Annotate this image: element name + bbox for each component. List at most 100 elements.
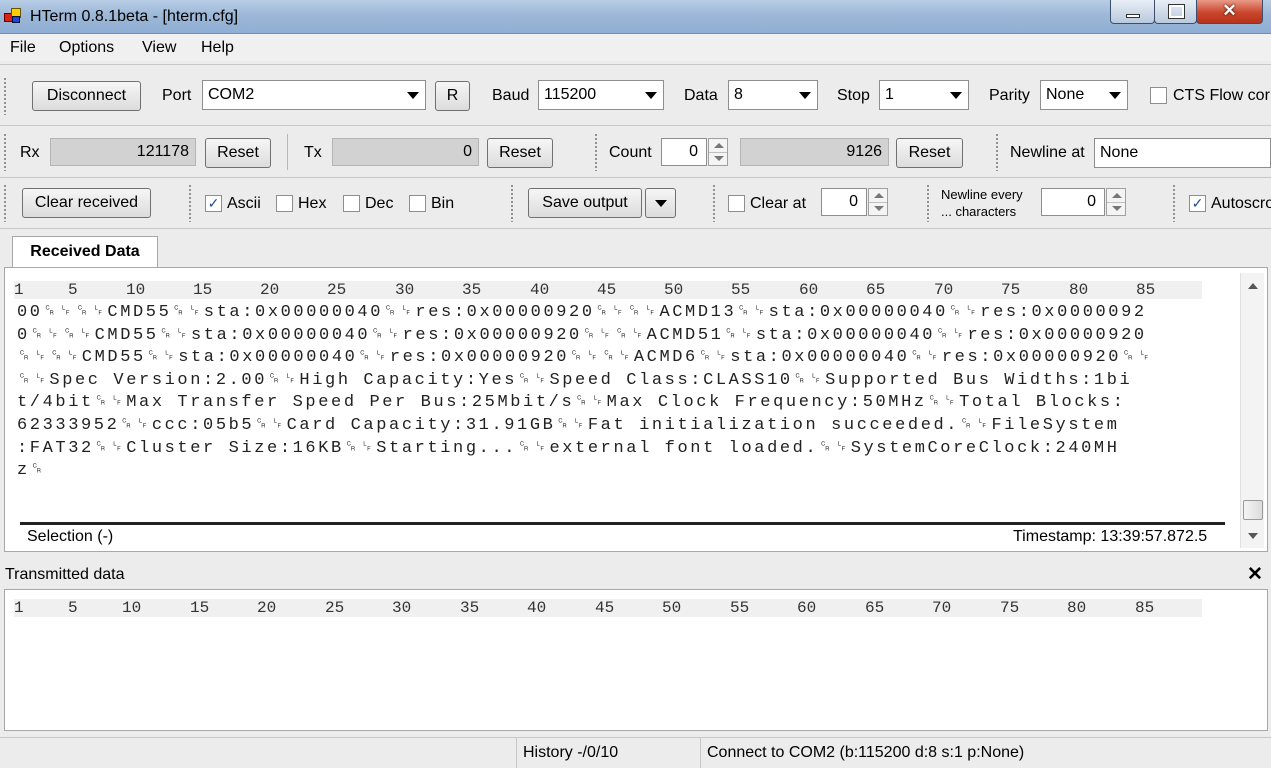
transmitted-column-ruler: 1 5 10 15 20 25 30 35 40 45 50 55 60 65 … — [14, 599, 1202, 617]
ruler-mark: 40 — [527, 599, 547, 617]
count-stepper[interactable] — [708, 138, 728, 166]
toolbar-grip[interactable] — [594, 133, 598, 171]
arrow-down-icon — [1112, 206, 1122, 211]
selection-label: Selection (-) — [27, 528, 114, 545]
ruler-mark: 1 — [14, 599, 24, 617]
save-output-button[interactable]: Save output — [528, 188, 642, 218]
ruler-mark: 10 — [126, 281, 146, 299]
clear-received-button[interactable]: Clear received — [22, 188, 151, 218]
ruler-mark: 45 — [595, 599, 615, 617]
ruler-mark: 35 — [462, 281, 482, 299]
ruler-mark: 40 — [530, 281, 550, 299]
disconnect-button[interactable]: Disconnect — [32, 81, 141, 111]
baud-value: 115200 — [544, 86, 597, 103]
stop-bits-value: 1 — [885, 86, 894, 103]
port-select[interactable]: COM2 — [202, 80, 426, 110]
received-scrollbar[interactable] — [1240, 273, 1264, 548]
menu-help[interactable]: Help — [201, 39, 234, 57]
minimize-icon — [1126, 14, 1140, 18]
app-icon — [4, 8, 22, 24]
toolbar-grip[interactable] — [712, 184, 716, 222]
received-line: 00␍␊␍␊CMD55␍␊sta:0x00000040␍␊res:0x00000… — [17, 303, 1147, 322]
dec-checkbox[interactable] — [343, 195, 360, 212]
ruler-mark: 35 — [460, 599, 480, 617]
toolbar-grip[interactable] — [188, 184, 192, 222]
received-line: ␍␊Spec Version:2.00␍␊High Capacity:Yes␍␊… — [17, 370, 1133, 390]
ruler-mark: 5 — [68, 599, 78, 617]
connection-status: Connect to COM2 (b:115200 d:8 s:1 p:None… — [700, 738, 1271, 768]
autoscroll-checkbox[interactable]: ✓ — [1189, 195, 1206, 212]
ruler-mark: 70 — [932, 599, 952, 617]
ruler-mark: 30 — [392, 599, 412, 617]
clear-at-label: Clear at — [750, 195, 807, 212]
tab-received-data[interactable]: Received Data — [12, 236, 158, 268]
received-line: 62333952␍␊ccc:05b5␍␊Card Capacity:31.91G… — [17, 415, 1120, 435]
clear-at-input[interactable]: 0 — [821, 188, 867, 216]
toolbar-grip[interactable] — [1172, 184, 1176, 222]
cts-flow-checkbox[interactable] — [1150, 87, 1167, 104]
separator — [287, 134, 288, 170]
menu-view[interactable]: View — [142, 39, 176, 57]
ruler-mark: 30 — [395, 281, 415, 299]
newline-every-stepper[interactable] — [1106, 188, 1126, 216]
newline-at-select[interactable]: None — [1094, 138, 1271, 168]
parity-select[interactable]: None — [1040, 80, 1128, 110]
chevron-down-icon — [645, 92, 657, 99]
count-reset-button[interactable]: Reset — [896, 138, 963, 168]
refresh-ports-button[interactable]: R — [435, 81, 470, 111]
received-column-ruler: 1 5 10 15 20 25 30 35 40 45 50 55 60 65 … — [14, 281, 1202, 299]
ruler-mark: 65 — [866, 281, 886, 299]
received-line: t/4bit␍␊Max Transfer Speed Per Bus:25Mbi… — [17, 393, 1126, 413]
newline-every-input[interactable]: 0 — [1041, 188, 1105, 216]
ruler-mark: 20 — [257, 599, 277, 617]
ruler-mark: 75 — [1001, 281, 1021, 299]
scroll-down-icon[interactable] — [1248, 533, 1258, 539]
clear-at-checkbox[interactable] — [728, 195, 745, 212]
stop-bits-select[interactable]: 1 — [879, 80, 969, 110]
save-output-menu-button[interactable] — [645, 188, 676, 218]
ruler-mark: 45 — [597, 281, 617, 299]
close-icon[interactable]: ✕ — [1247, 563, 1263, 586]
chevron-down-icon — [950, 92, 962, 99]
chevron-down-icon — [799, 92, 811, 99]
rx-reset-button[interactable]: Reset — [205, 138, 271, 168]
baud-select[interactable]: 115200 — [538, 80, 664, 110]
scroll-up-icon[interactable] — [1248, 283, 1258, 289]
count-label: Count — [609, 144, 652, 161]
stop-bits-label: Stop — [837, 87, 870, 104]
ruler-mark: 60 — [799, 281, 819, 299]
hex-checkbox[interactable] — [276, 195, 293, 212]
close-button[interactable]: ✕ — [1196, 0, 1263, 24]
bin-checkbox[interactable] — [409, 195, 426, 212]
scroll-thumb[interactable] — [1243, 500, 1263, 520]
count-total: 9126 — [740, 138, 889, 166]
data-bits-select[interactable]: 8 — [728, 80, 818, 110]
toolbar-grip[interactable] — [510, 184, 514, 222]
arrow-up-icon — [874, 193, 884, 198]
tx-reset-button[interactable]: Reset — [487, 138, 553, 168]
ruler-mark: 85 — [1135, 599, 1155, 617]
received-data-text[interactable]: 00␍␊␍␊CMD55␍␊sta:0x00000040␍␊res:0x00000… — [17, 302, 1207, 483]
toolbar-grip[interactable] — [3, 184, 7, 222]
cts-flow-label: CTS Flow cor — [1173, 87, 1270, 104]
toolbar-grip[interactable] — [3, 133, 7, 171]
count-input[interactable]: 0 — [661, 138, 707, 166]
ruler-mark: 55 — [730, 599, 750, 617]
menu-file[interactable]: File — [10, 39, 36, 57]
minimize-button[interactable] — [1110, 0, 1155, 24]
rx-label: Rx — [20, 144, 40, 161]
maximize-button[interactable] — [1154, 0, 1197, 24]
ruler-mark: 50 — [662, 599, 682, 617]
menu-options[interactable]: Options — [59, 39, 114, 57]
display-toolbar: Clear received ✓ Ascii Hex Dec Bin Save … — [0, 179, 1271, 229]
hex-label: Hex — [298, 195, 327, 212]
toolbar-grip[interactable] — [926, 184, 930, 222]
ruler-mark: 20 — [260, 281, 280, 299]
ruler-mark: 25 — [327, 281, 347, 299]
close-icon: ✕ — [1222, 1, 1237, 20]
ruler-mark: 15 — [193, 281, 213, 299]
toolbar-grip[interactable] — [995, 133, 999, 171]
toolbar-grip[interactable] — [3, 77, 7, 115]
clear-at-stepper[interactable] — [868, 188, 888, 216]
ascii-checkbox[interactable]: ✓ — [205, 195, 222, 212]
